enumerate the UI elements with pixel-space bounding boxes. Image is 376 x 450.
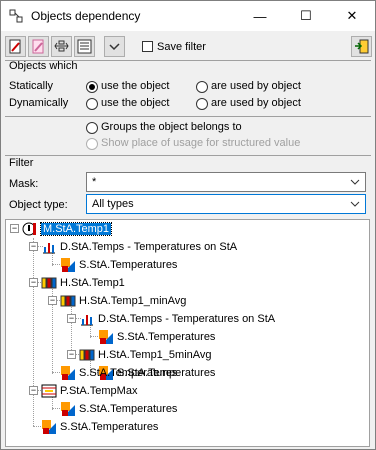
tree-node[interactable]: D.StA.Temps - Temperatures on StA [79,310,275,328]
expand-all-icon [54,40,69,52]
app-icon [9,9,23,23]
archive-icon [79,349,95,361]
tree-node-label: S.StA.Temperatures [117,331,216,343]
maximize-icon: ☐ [300,8,312,23]
title-bar: Objects dependency — ☐ ✕ [1,1,375,31]
maximize-button[interactable]: ☐ [283,1,329,31]
display-icon [43,243,55,254]
close-button[interactable]: ✕ [329,1,375,31]
object-type-label: Object type: [9,199,68,211]
window-title: Objects dependency [31,9,141,23]
tree-node[interactable]: S.StA.Temperatures [60,400,177,418]
static-usedby-radio[interactable] [196,81,208,93]
tree-node[interactable]: H.StA.Temp1 [41,274,125,292]
archive-icon [41,277,57,289]
tree-node[interactable]: H.StA.Temp1_minAvg [60,292,186,310]
static-use-label: use the object [101,80,170,92]
minimize-button[interactable]: — [237,1,283,31]
dynamically-label: Dynamically [9,97,69,109]
dynamic-use-label: use the object [101,97,170,109]
tree-node-label: H.StA.Temp1 [60,277,125,289]
scheme-icon [42,420,56,434]
tree-expander[interactable]: − [29,242,38,251]
save-filter-label: Save filter [157,41,206,53]
show-place-label: Show place of usage for structured value [101,137,301,149]
dependency-tree[interactable]: − − − − − − − M.StA.Temp1 D.StA.Temps - … [5,219,370,447]
object-type-value: All types [92,198,134,210]
tree-node-label: D.StA.Temps - Temperatures on StA [98,313,276,325]
tree-node[interactable]: H.StA.Temp1_5minAvg [79,346,212,364]
tree-node-label: H.StA.Temp1_5minAvg [98,349,212,361]
tree-node-root[interactable]: M.StA.Temp1 [22,220,113,238]
tree-node[interactable]: S.StA.Temperatures [98,328,215,346]
tree-node[interactable]: P.StA.TempMax [41,382,137,400]
objects-dependency-window: Objects dependency — ☐ ✕ Save filter Obj… [0,0,376,450]
objects-which-header: Objects which [9,60,78,72]
groups-radio[interactable] [86,122,98,134]
minimize-icon: — [253,8,267,24]
static-usedby-label: are used by object [211,80,301,92]
tree-connector [33,238,34,426]
tree-node-label: M.StA.Temp1 [39,222,113,236]
separator [5,116,371,117]
dynamic-usedby-radio[interactable] [196,98,208,110]
dynamic-usedby-label: are used by object [211,97,301,109]
tree-node-label: S.StA.Temperatures [79,367,178,379]
close-icon: ✕ [346,8,358,23]
list-button[interactable] [74,36,95,57]
edit-pink-icon [32,39,44,54]
archive-icon [60,295,76,307]
object-type-select[interactable]: All types [86,194,366,214]
tree-node[interactable]: D.StA.Temps - Temperatures on StA [41,238,237,256]
scheme-icon [99,330,113,344]
show-place-radio[interactable] [86,138,98,150]
tree-node-label: S.StA.Temperatures [60,421,159,433]
save-filter-checkbox[interactable] [142,41,153,52]
display-icon [81,315,93,326]
chevron-down-icon[interactable] [350,200,360,208]
tree-expander[interactable]: − [48,296,57,305]
tree-expander[interactable]: − [10,224,19,233]
scheme-icon [61,402,75,416]
edit-disabled-button[interactable] [28,36,49,57]
exit-icon [355,39,369,54]
filter-header: Filter [9,157,34,169]
edit-object-button[interactable] [5,36,26,57]
tree-node[interactable]: S.StA.Temperatures [41,418,158,436]
select-button[interactable] [104,36,125,57]
mask-label: Mask: [9,178,39,190]
mask-combobox[interactable]: * [86,172,366,192]
toolbar: Save filter [1,33,375,61]
tree-expander[interactable]: − [29,278,38,287]
tree-node-label: S.StA.Temperatures [79,403,178,415]
process-icon [41,384,57,398]
tree-expander[interactable]: − [67,350,76,359]
expand-all-button[interactable] [51,36,72,57]
tree-node-label: H.StA.Temp1_minAvg [79,295,187,307]
scheme-icon [61,258,75,272]
separator [5,155,371,156]
user-object-icon [22,222,36,236]
scheme-icon [61,366,75,380]
list-icon [77,39,92,54]
chevron-down-icon[interactable] [350,178,360,186]
mask-value: * [92,176,97,188]
statically-label: Statically [9,80,54,92]
groups-label: Groups the object belongs to [101,121,242,133]
dynamic-use-radio[interactable] [86,98,98,110]
tree-expander[interactable]: − [67,314,76,323]
checkmark-chevron-icon [109,43,120,51]
tree-node-label: D.StA.Temps - Temperatures on StA [60,241,238,253]
tree-node-label: S.StA.Temperatures [79,259,178,271]
tree-expander[interactable]: − [29,386,38,395]
tree-node-label: P.StA.TempMax [60,385,138,397]
exit-button[interactable] [351,36,372,57]
edit-icon [9,39,21,54]
static-use-radio[interactable] [86,81,98,93]
tree-node[interactable]: S.StA.Temperatures [60,256,177,274]
tree-node[interactable]: S.StA.Temperatures [60,364,177,382]
